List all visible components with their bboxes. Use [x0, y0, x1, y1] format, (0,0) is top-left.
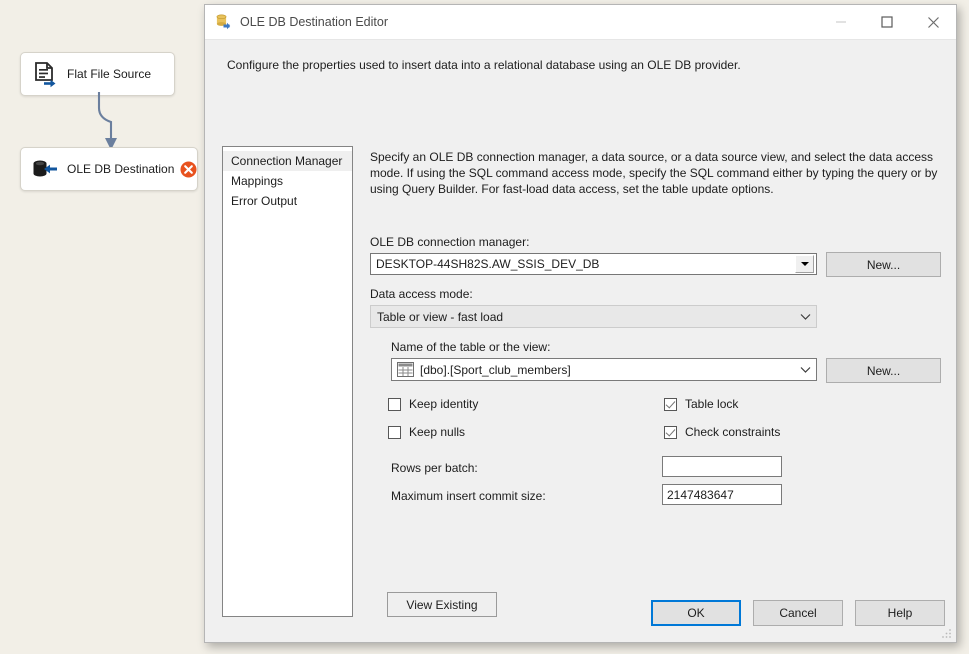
rows-per-batch-input[interactable] — [662, 456, 782, 477]
editor-page-list[interactable]: Connection Manager Mappings Error Output — [222, 146, 353, 617]
table-or-view-value: [dbo].[Sport_club_members] — [420, 362, 571, 377]
ole-db-destination-icon — [31, 155, 59, 183]
connection-manager-label: OLE DB connection manager: — [370, 235, 530, 249]
ole-db-destination-editor-dialog: OLE DB Destination Editor Configure the … — [204, 4, 957, 643]
dialog-body: Configure the properties used to insert … — [205, 40, 956, 642]
maximum-insert-commit-size-label: Maximum insert commit size: — [391, 489, 546, 503]
check-constraints-checkbox-row[interactable]: Check constraints — [664, 425, 780, 439]
page-list-item-connection-manager[interactable]: Connection Manager — [223, 151, 352, 171]
page-list-item-mappings[interactable]: Mappings — [223, 171, 352, 191]
ole-db-destination-editor-icon — [214, 13, 232, 31]
flat-file-source-icon — [31, 60, 59, 88]
new-connection-manager-button[interactable]: New... — [826, 252, 941, 277]
dialog-description: Configure the properties used to insert … — [227, 58, 741, 72]
page-list-item-error-output[interactable]: Error Output — [223, 191, 352, 211]
data-access-mode-combobox[interactable]: Table or view - fast load — [370, 305, 817, 328]
keep-identity-label: Keep identity — [409, 397, 479, 411]
maximize-button[interactable] — [864, 5, 910, 39]
connection-manager-pane: Specify an OLE DB connection manager, a … — [365, 146, 944, 617]
rows-per-batch-label: Rows per batch: — [391, 461, 478, 475]
keep-nulls-checkbox[interactable] — [388, 425, 401, 439]
keep-identity-checkbox-row[interactable]: Keep identity — [388, 397, 478, 411]
dialog-titlebar[interactable]: OLE DB Destination Editor — [205, 5, 956, 39]
dialog-title: OLE DB Destination Editor — [240, 15, 388, 29]
ok-button[interactable]: OK — [651, 600, 741, 626]
pane-instructions: Specify an OLE DB connection manager, a … — [370, 150, 938, 196]
chevron-down-icon[interactable] — [794, 313, 816, 321]
error-badge[interactable] — [180, 161, 197, 178]
table-or-view-combobox[interactable]: [dbo].[Sport_club_members] — [391, 358, 817, 381]
table-lock-checkbox[interactable] — [664, 397, 677, 411]
dialog-footer: OK Cancel Help — [205, 590, 956, 642]
keep-nulls-checkbox-row[interactable]: Keep nulls — [388, 425, 465, 439]
table-lock-checkbox-row[interactable]: Table lock — [664, 397, 738, 411]
new-table-button[interactable]: New... — [826, 358, 941, 383]
ssis-node-label: Flat File Source — [67, 67, 152, 81]
help-button[interactable]: Help — [855, 600, 945, 626]
table-or-view-label: Name of the table or the view: — [391, 340, 551, 354]
check-constraints-checkbox[interactable] — [664, 425, 677, 439]
close-button[interactable] — [910, 5, 956, 39]
chevron-down-icon[interactable] — [794, 366, 816, 374]
data-access-mode-value: Table or view - fast load — [377, 309, 504, 324]
keep-nulls-label: Keep nulls — [409, 425, 466, 439]
connection-manager-value: DESKTOP-44SH82S.AW_SSIS_DEV_DB — [376, 257, 600, 271]
maximum-insert-commit-size-input[interactable]: 2147483647 — [662, 484, 782, 505]
table-lock-label: Table lock — [685, 397, 739, 411]
data-access-mode-label: Data access mode: — [370, 287, 473, 301]
minimize-button[interactable] — [818, 5, 864, 39]
ssis-node-flat-file-source[interactable]: Flat File Source — [20, 52, 175, 96]
ssis-node-ole-db-destination[interactable]: OLE DB Destination — [20, 147, 198, 191]
connection-manager-combobox[interactable]: DESKTOP-44SH82S.AW_SSIS_DEV_DB — [370, 253, 817, 275]
ssis-node-label: OLE DB Destination — [67, 162, 175, 176]
table-grid-icon — [397, 362, 414, 377]
chevron-down-icon[interactable] — [795, 255, 814, 273]
keep-identity-checkbox[interactable] — [388, 397, 401, 411]
cancel-button[interactable]: Cancel — [753, 600, 843, 626]
resize-grip[interactable] — [941, 627, 953, 639]
data-flow-path-arrow[interactable] — [85, 92, 145, 154]
check-constraints-label: Check constraints — [685, 425, 781, 439]
